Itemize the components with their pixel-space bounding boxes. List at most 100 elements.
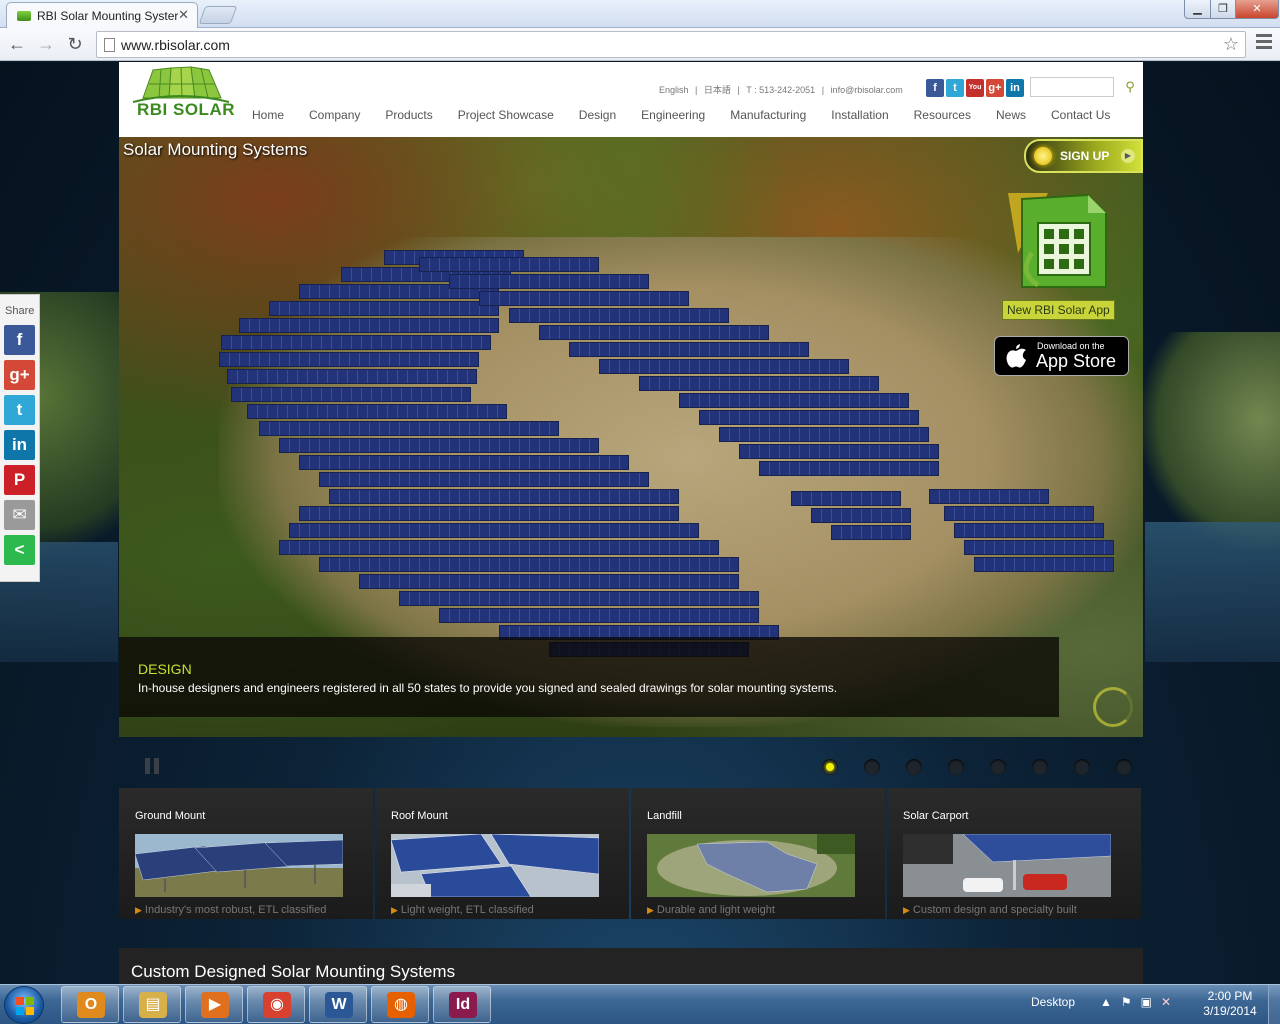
chrome-menu-icon[interactable] bbox=[1256, 34, 1272, 54]
slide-dot-8[interactable] bbox=[1116, 759, 1132, 775]
browser-tab[interactable]: RBI Solar Mounting Syster ✕ bbox=[6, 2, 198, 28]
google-plus-icon[interactable]: g+ bbox=[986, 79, 1004, 97]
language-japanese-link[interactable]: 日本語 bbox=[704, 85, 731, 95]
volume-muted-icon[interactable]: ✕ bbox=[1161, 995, 1171, 1009]
nav-project-showcase[interactable]: Project Showcase bbox=[458, 108, 554, 122]
nav-engineering[interactable]: Engineering bbox=[641, 108, 705, 122]
network-icon[interactable]: ▣ bbox=[1141, 995, 1152, 1009]
browser-titlebar: RBI Solar Mounting Syster ✕ ▁ ❐ ✕ bbox=[0, 0, 1280, 28]
caption-text: In-house designers and engineers registe… bbox=[138, 681, 838, 695]
word-icon: W bbox=[325, 992, 353, 1018]
card-landfill[interactable]: Landfill ▶ Durable and light weight bbox=[631, 788, 885, 919]
chrome-taskbar-icon[interactable]: ◉ bbox=[247, 986, 305, 1023]
system-tray: ▲ ⚑ ▣ ✕ bbox=[1100, 995, 1171, 1009]
share-more-button[interactable]: < bbox=[4, 535, 35, 565]
appstore-big-text: App Store bbox=[1036, 351, 1117, 371]
nav-news[interactable]: News bbox=[996, 108, 1026, 122]
card-ground-mount[interactable]: Ground Mount ▶ Industry's most robust, ET… bbox=[119, 788, 373, 919]
word-taskbar-icon[interactable]: W bbox=[309, 986, 367, 1023]
share-pinterest-button[interactable]: P bbox=[4, 465, 35, 495]
solar-panel-row bbox=[509, 308, 729, 323]
share-linkedin-button[interactable]: in bbox=[4, 430, 35, 460]
slide-dot-6[interactable] bbox=[1032, 759, 1048, 775]
restore-button[interactable]: ❐ bbox=[1210, 0, 1236, 19]
solar-panel-row bbox=[259, 421, 559, 436]
indesign-taskbar-icon[interactable]: Id bbox=[433, 986, 491, 1023]
slide-dot-1[interactable] bbox=[822, 759, 838, 775]
facebook-icon[interactable]: f bbox=[926, 79, 944, 97]
card-solar-carport[interactable]: Solar Carport ▶ Custom design and special… bbox=[887, 788, 1141, 919]
nav-home[interactable]: Home bbox=[252, 108, 284, 122]
search-input[interactable] bbox=[1030, 77, 1114, 97]
signup-label: SIGN UP bbox=[1060, 149, 1110, 163]
show-desktop-button[interactable] bbox=[1268, 985, 1280, 1024]
nav-resources[interactable]: Resources bbox=[914, 108, 971, 122]
solar-panel-logo-icon bbox=[132, 66, 230, 103]
card-roof-mount[interactable]: Roof Mount ▶ Light weight, ETL classified bbox=[375, 788, 629, 919]
outlook-taskbar-icon[interactable]: O bbox=[61, 986, 119, 1023]
pause-icon[interactable] bbox=[145, 758, 159, 774]
share-email-button[interactable]: ✉ bbox=[4, 500, 35, 530]
minimize-button[interactable]: ▁ bbox=[1184, 0, 1211, 19]
email-link[interactable]: info@rbisolar.com bbox=[831, 85, 903, 95]
roof-mount-thumbnail[interactable] bbox=[391, 834, 599, 897]
solar-panel-row bbox=[791, 491, 901, 506]
slide-dot-5[interactable] bbox=[990, 759, 1006, 775]
system-clock[interactable]: 2:00 PM 3/19/2014 bbox=[1195, 989, 1265, 1019]
indesign-icon: Id bbox=[449, 992, 477, 1018]
ground-mount-thumbnail[interactable] bbox=[135, 834, 343, 897]
address-bar[interactable]: www.rbisolar.com ☆ bbox=[96, 31, 1246, 58]
card-description: ▶ Industry's most robust, ETL classified bbox=[135, 904, 327, 916]
youtube-icon[interactable]: You bbox=[966, 79, 984, 97]
slide-dot-3[interactable] bbox=[906, 759, 922, 775]
slide-pagination bbox=[822, 759, 1132, 775]
solar-panel-row bbox=[479, 291, 689, 306]
slide-dot-2[interactable] bbox=[864, 759, 880, 775]
search-icon[interactable]: ⚲ bbox=[1120, 77, 1140, 97]
nav-manufacturing[interactable]: Manufacturing bbox=[730, 108, 806, 122]
tab-close-icon[interactable]: ✕ bbox=[178, 7, 189, 23]
spreadsheet-app-icon[interactable] bbox=[1008, 193, 1110, 288]
solar-panel-row bbox=[539, 325, 769, 340]
firefox-taskbar-icon[interactable]: ◍ bbox=[371, 986, 429, 1023]
linkedin-icon[interactable]: in bbox=[1006, 79, 1024, 97]
windows-taskbar: O ▤ ▶ ◉ W ◍ Id Desktop ▲ ⚑ ▣ ✕ 2:00 PM 3/19/20… bbox=[0, 984, 1280, 1024]
back-icon[interactable]: ← bbox=[5, 32, 29, 56]
forward-icon[interactable]: → bbox=[34, 32, 58, 56]
share-facebook-button[interactable]: f bbox=[4, 325, 35, 355]
solar-panel-row bbox=[954, 523, 1104, 538]
solar-carport-thumbnail[interactable] bbox=[903, 834, 1111, 897]
desktop-toolbar-label[interactable]: Desktop bbox=[1031, 995, 1075, 1009]
slide-dot-4[interactable] bbox=[948, 759, 964, 775]
bookmark-star-icon[interactable]: ☆ bbox=[1223, 34, 1239, 55]
address-url[interactable]: www.rbisolar.com bbox=[121, 37, 230, 53]
app-store-button[interactable]: Download on the App Store bbox=[994, 336, 1129, 376]
nav-company[interactable]: Company bbox=[309, 108, 360, 122]
start-button[interactable] bbox=[4, 986, 44, 1024]
landfill-thumbnail[interactable] bbox=[647, 834, 855, 897]
nav-design[interactable]: Design bbox=[579, 108, 616, 122]
nav-contact-us[interactable]: Contact Us bbox=[1051, 108, 1110, 122]
share-twitter-button[interactable]: t bbox=[4, 395, 35, 425]
solar-panel-row bbox=[929, 489, 1049, 504]
new-app-label[interactable]: New RBI Solar App bbox=[1002, 300, 1115, 320]
twitter-icon[interactable]: t bbox=[946, 79, 964, 97]
nav-installation[interactable]: Installation bbox=[831, 108, 888, 122]
solar-panel-row bbox=[219, 352, 479, 367]
solar-panel-row bbox=[811, 508, 911, 523]
new-tab-button[interactable] bbox=[198, 6, 238, 24]
tray-expand-icon[interactable]: ▲ bbox=[1100, 995, 1112, 1009]
language-english-link[interactable]: English bbox=[659, 85, 689, 95]
action-center-flag-icon[interactable]: ⚑ bbox=[1121, 995, 1132, 1009]
explorer-taskbar-icon[interactable]: ▤ bbox=[123, 986, 181, 1023]
reload-icon[interactable]: ↻ bbox=[63, 32, 87, 56]
nav-products[interactable]: Products bbox=[385, 108, 432, 122]
close-window-button[interactable]: ✕ bbox=[1235, 0, 1279, 19]
media-player-taskbar-icon[interactable]: ▶ bbox=[185, 986, 243, 1023]
main-nav: Home Company Products Project Showcase D… bbox=[252, 108, 1135, 122]
signup-button[interactable]: SIGN UP ▶ bbox=[1024, 139, 1143, 173]
rbi-logo[interactable]: RBI SOLAR bbox=[125, 64, 235, 126]
caption-title: DESIGN bbox=[138, 661, 192, 677]
slide-dot-7[interactable] bbox=[1074, 759, 1090, 775]
share-google-plus-button[interactable]: g+ bbox=[4, 360, 35, 390]
